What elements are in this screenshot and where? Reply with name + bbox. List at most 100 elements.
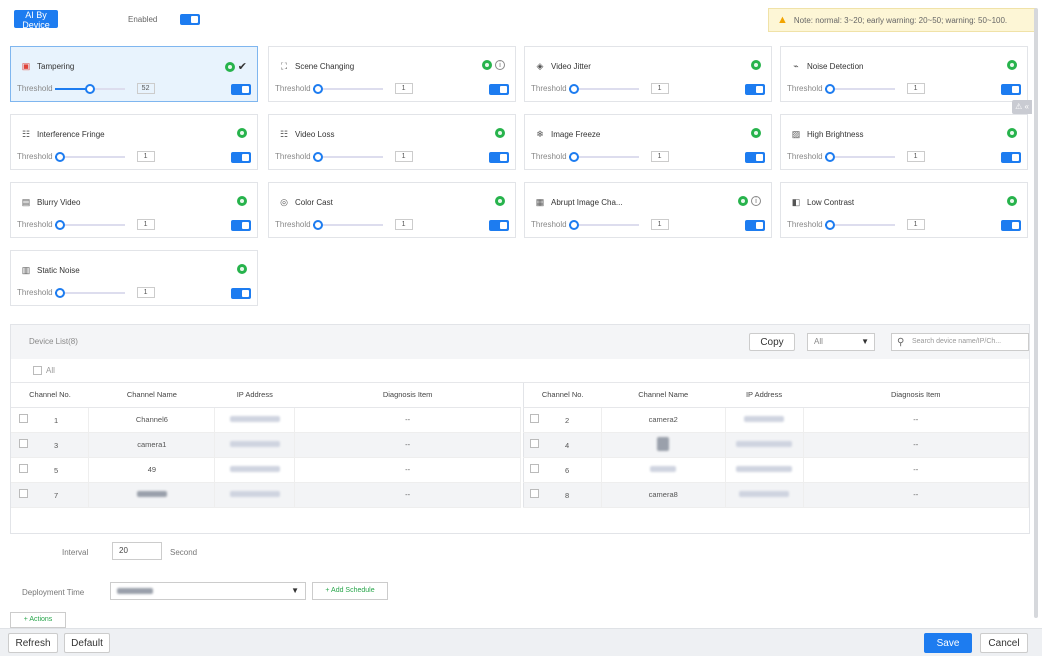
table-row[interactable]: 6 -- bbox=[523, 457, 1030, 483]
cancel-button[interactable]: Cancel bbox=[980, 633, 1028, 653]
threshold-slider[interactable] bbox=[824, 83, 895, 94]
threshold-slider[interactable] bbox=[568, 83, 639, 94]
threshold-slider[interactable] bbox=[54, 151, 125, 162]
row-checkbox[interactable] bbox=[530, 439, 539, 448]
card-color-cast[interactable]: ◎ Color Cast Threshold 1 bbox=[268, 182, 516, 238]
threshold-value[interactable]: 1 bbox=[136, 287, 155, 298]
card-toggle[interactable] bbox=[231, 152, 251, 163]
side-collapse-tab[interactable]: ⚠ « bbox=[1012, 100, 1032, 114]
row-checkbox[interactable] bbox=[19, 489, 28, 498]
threshold-value[interactable]: 1 bbox=[394, 83, 413, 94]
copy-button[interactable]: Copy bbox=[749, 333, 795, 351]
refresh-button[interactable]: Refresh bbox=[8, 633, 58, 653]
threshold-value[interactable]: 1 bbox=[394, 219, 413, 230]
slider-knob[interactable] bbox=[312, 151, 323, 162]
threshold-value[interactable]: 1 bbox=[650, 151, 669, 162]
card-blurry-video[interactable]: ▤ Blurry Video Threshold 1 bbox=[10, 182, 258, 238]
card-tampering[interactable]: ▣ Tampering ✔ Threshold 52 bbox=[10, 46, 258, 102]
deployment-time-select[interactable]: ▼ bbox=[110, 582, 306, 600]
card-toggle[interactable] bbox=[745, 84, 765, 95]
threshold-value[interactable]: 1 bbox=[906, 83, 925, 94]
scrollbar[interactable] bbox=[1034, 8, 1038, 618]
threshold-slider[interactable] bbox=[568, 219, 639, 230]
table-row[interactable]: 5 49 -- bbox=[11, 457, 521, 483]
card-toggle[interactable] bbox=[1001, 152, 1021, 163]
slider-knob[interactable] bbox=[312, 83, 323, 94]
row-checkbox[interactable] bbox=[19, 439, 28, 448]
card-scene-changing[interactable]: ⛶ Scene Changing i Threshold 1 bbox=[268, 46, 516, 102]
row-checkbox[interactable] bbox=[530, 464, 539, 473]
save-button[interactable]: Save bbox=[924, 633, 972, 653]
filter-select[interactable]: All ▼ bbox=[807, 333, 875, 351]
card-toggle[interactable] bbox=[489, 152, 509, 163]
card-video-loss[interactable]: ☷ Video Loss Threshold 1 bbox=[268, 114, 516, 170]
card-interference-fringe[interactable]: ☷ Interference Fringe Threshold 1 bbox=[10, 114, 258, 170]
card-video-jitter[interactable]: ◈ Video Jitter Threshold 1 bbox=[524, 46, 772, 102]
threshold-value[interactable]: 1 bbox=[650, 83, 669, 94]
card-toggle[interactable] bbox=[231, 84, 251, 95]
threshold-slider[interactable] bbox=[824, 219, 895, 230]
threshold-slider[interactable] bbox=[568, 151, 639, 162]
threshold-value[interactable]: 1 bbox=[906, 219, 925, 230]
threshold-value[interactable]: 1 bbox=[136, 151, 155, 162]
slider-knob[interactable] bbox=[312, 219, 323, 230]
card-abrupt-image-change[interactable]: ▦ Abrupt Image Cha... i Threshold 1 bbox=[524, 182, 772, 238]
ip-address-redacted bbox=[214, 457, 296, 483]
threshold-value[interactable]: 1 bbox=[394, 151, 413, 162]
card-noise-detection[interactable]: ⌁ Noise Detection Threshold 1 bbox=[780, 46, 1028, 102]
table-row[interactable]: 2 camera2 -- bbox=[523, 407, 1030, 433]
table-row[interactable]: 3 camera1 -- bbox=[11, 432, 521, 458]
slider-knob[interactable] bbox=[54, 151, 65, 162]
slider-knob[interactable] bbox=[824, 151, 835, 162]
interval-input[interactable]: 20 bbox=[112, 542, 162, 560]
threshold-slider[interactable] bbox=[54, 287, 125, 298]
threshold-value[interactable]: 1 bbox=[906, 151, 925, 162]
table-row[interactable]: 1 Channel6 -- bbox=[11, 407, 521, 433]
card-toggle[interactable] bbox=[745, 152, 765, 163]
ai-by-device-button[interactable]: AI By Device bbox=[14, 10, 58, 30]
threshold-slider[interactable] bbox=[54, 219, 125, 230]
actions-button[interactable]: + Actions bbox=[10, 612, 66, 628]
info-icon[interactable]: i bbox=[495, 60, 505, 70]
threshold-value[interactable]: 1 bbox=[650, 219, 669, 230]
threshold-slider[interactable] bbox=[312, 83, 383, 94]
add-schedule-button[interactable]: + Add Schedule bbox=[312, 582, 388, 600]
slider-knob[interactable] bbox=[568, 151, 579, 162]
enabled-toggle[interactable] bbox=[180, 14, 200, 25]
slider-knob[interactable] bbox=[568, 219, 579, 230]
search-input[interactable]: ⚲ Search device name/IP/Ch... bbox=[891, 333, 1029, 351]
row-checkbox[interactable] bbox=[19, 414, 28, 423]
card-toggle[interactable] bbox=[489, 84, 509, 95]
threshold-slider[interactable] bbox=[312, 151, 383, 162]
card-high-brightness[interactable]: ▨ High Brightness Threshold 1 bbox=[780, 114, 1028, 170]
slider-knob[interactable] bbox=[84, 83, 95, 94]
card-image-freeze[interactable]: ❄ Image Freeze Threshold 1 bbox=[524, 114, 772, 170]
row-checkbox[interactable] bbox=[19, 464, 28, 473]
slider-knob[interactable] bbox=[54, 219, 65, 230]
threshold-value[interactable]: 1 bbox=[136, 219, 155, 230]
card-toggle[interactable] bbox=[1001, 84, 1021, 95]
slider-knob[interactable] bbox=[824, 83, 835, 94]
select-all-checkbox[interactable] bbox=[33, 366, 42, 375]
slider-knob[interactable] bbox=[824, 219, 835, 230]
card-toggle[interactable] bbox=[489, 220, 509, 231]
card-toggle[interactable] bbox=[231, 220, 251, 231]
threshold-slider[interactable] bbox=[54, 83, 125, 94]
slider-knob[interactable] bbox=[568, 83, 579, 94]
row-checkbox[interactable] bbox=[530, 414, 539, 423]
table-row[interactable]: 4 -- bbox=[523, 432, 1030, 458]
card-static-noise[interactable]: ▥ Static Noise Threshold 1 bbox=[10, 250, 258, 306]
threshold-slider[interactable] bbox=[312, 219, 383, 230]
default-button[interactable]: Default bbox=[64, 633, 110, 653]
row-checkbox[interactable] bbox=[530, 489, 539, 498]
card-toggle[interactable] bbox=[1001, 220, 1021, 231]
table-row[interactable]: 8 camera8 -- bbox=[523, 482, 1030, 508]
card-toggle[interactable] bbox=[231, 288, 251, 299]
card-low-contrast[interactable]: ◧ Low Contrast Threshold 1 bbox=[780, 182, 1028, 238]
info-icon[interactable]: i bbox=[751, 196, 761, 206]
card-toggle[interactable] bbox=[745, 220, 765, 231]
slider-knob[interactable] bbox=[54, 287, 65, 298]
table-row[interactable]: 7 -- bbox=[11, 482, 521, 508]
threshold-value[interactable]: 52 bbox=[136, 83, 155, 94]
threshold-slider[interactable] bbox=[824, 151, 895, 162]
